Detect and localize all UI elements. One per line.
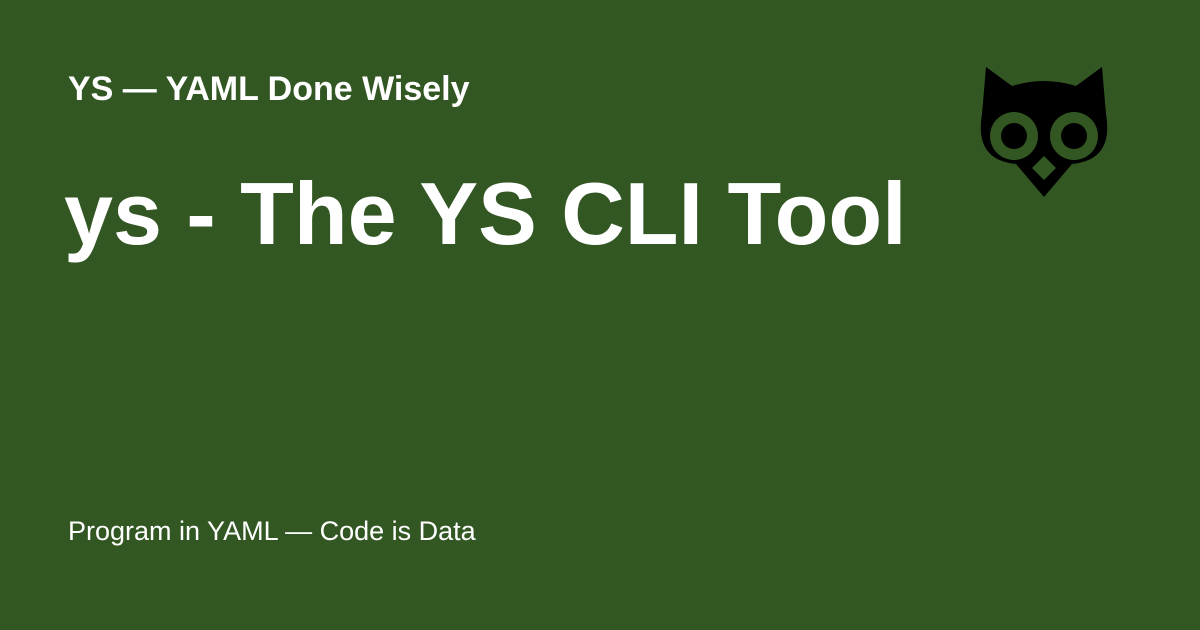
tagline: Program in YAML — Code is Data [68,516,476,546]
page-title: ys - The YS CLI Tool [64,164,907,263]
owl-icon [980,67,1108,197]
social-card: YS — YAML Done Wisely ys - The YS CLI To… [0,0,1200,630]
site-name: YS — YAML Done Wisely [68,70,470,108]
